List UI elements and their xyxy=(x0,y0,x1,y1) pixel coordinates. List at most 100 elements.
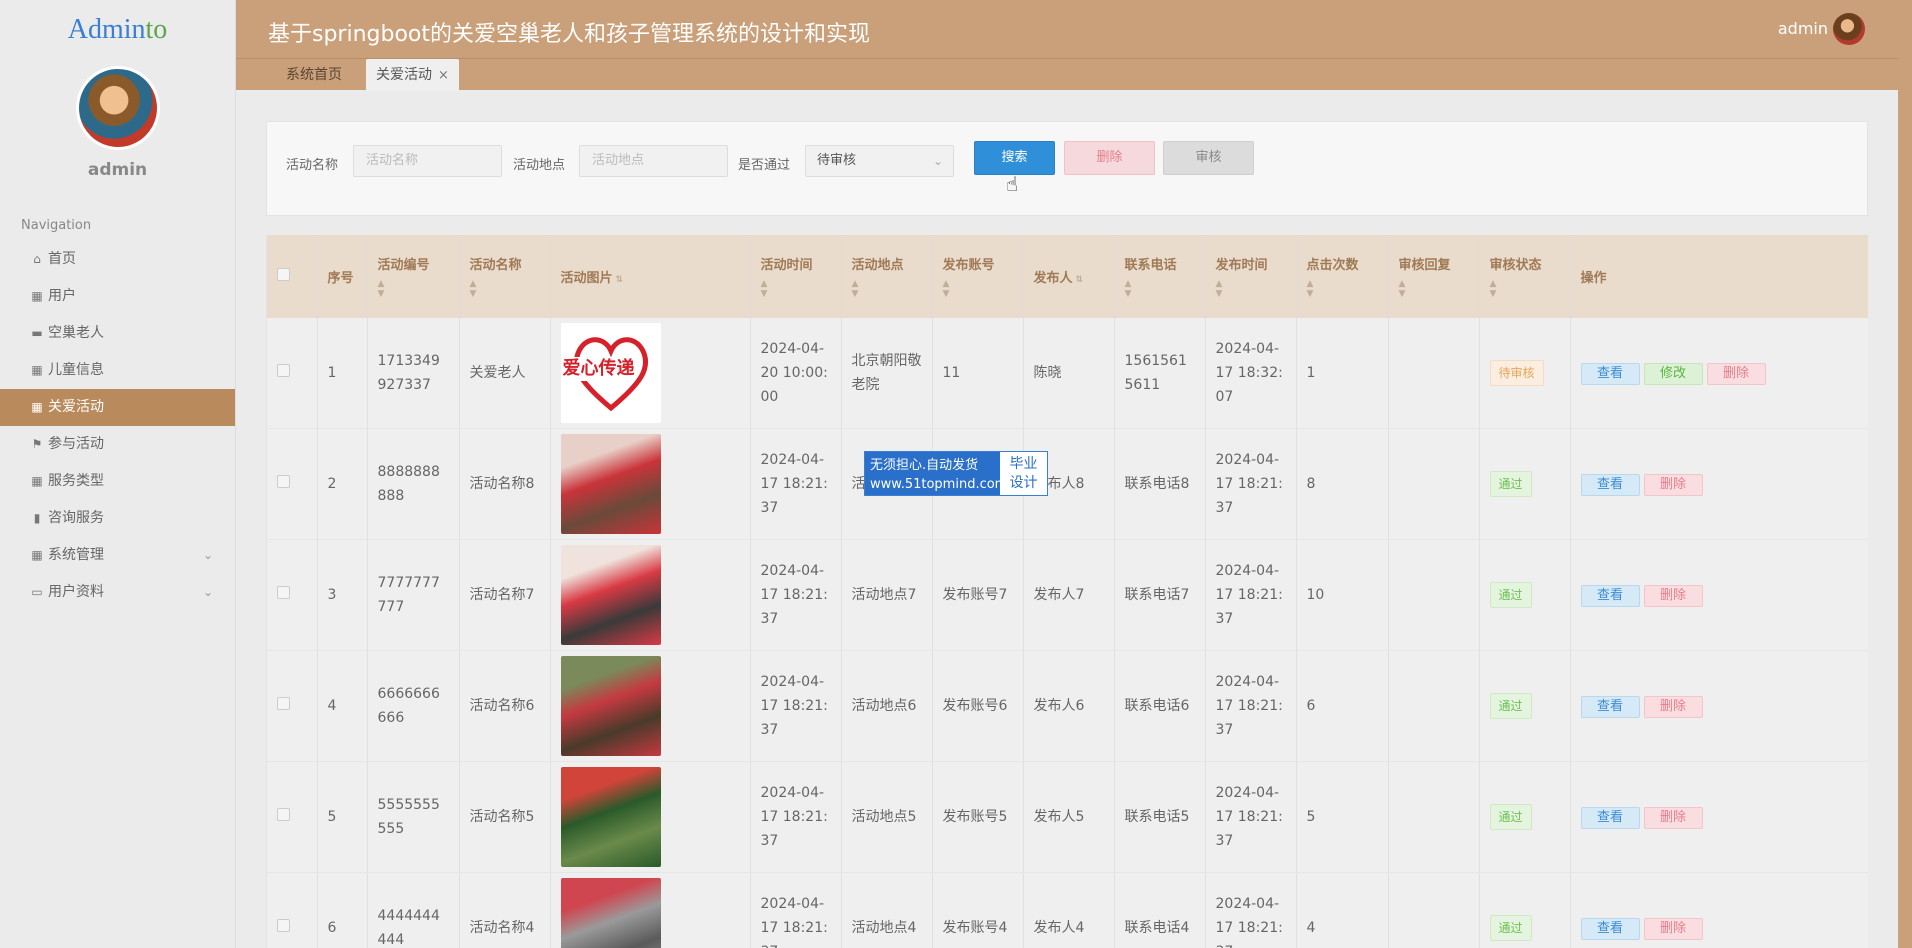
table-row[interactable]: 4 6666666666 活动名称6 2024-04-17 18:21:37 活动地点6… xyxy=(267,650,1868,762)
col-header[interactable]: 发布账号 ▲ ▼ xyxy=(932,235,1024,318)
col-header[interactable]: 点击次数 ▲ ▼ xyxy=(1296,235,1389,318)
cell-actions: 查看 修改 删除 xyxy=(1570,318,1868,429)
cell-clicks: 8 xyxy=(1296,428,1389,540)
activity-image[interactable] xyxy=(560,544,661,645)
col-header[interactable]: 活动时间 ▲ ▼ xyxy=(750,235,842,318)
row-checkbox[interactable] xyxy=(277,696,290,710)
view-button[interactable]: 查看 xyxy=(1580,806,1640,829)
sidebar-item-children[interactable]: ▦ 儿童信息 xyxy=(0,352,235,389)
col-header[interactable]: 发布时间 ▲ ▼ xyxy=(1205,235,1297,318)
col-header[interactable]: 活动图片 ⇅ xyxy=(550,235,751,318)
row-delete-button[interactable]: 删除 xyxy=(1643,695,1703,718)
sort-icon[interactable]: ▲ ▼ xyxy=(943,279,1013,299)
col-header[interactable]: 审核回复 ▲ ▼ xyxy=(1388,235,1480,318)
sidebar-item-users[interactable]: ▦ 用户 xyxy=(0,278,235,315)
flag-icon: ⚑ xyxy=(31,437,43,451)
tab-home[interactable]: 系统首页 xyxy=(286,59,342,91)
view-button[interactable]: 查看 xyxy=(1580,695,1640,718)
activity-image[interactable] xyxy=(560,877,661,948)
sort-icon[interactable]: ▲ ▼ xyxy=(761,279,831,299)
header-avatar[interactable] xyxy=(1833,13,1865,45)
sidebar-item-consult[interactable]: ▮ 咨询服务 xyxy=(0,500,235,537)
cell-reply xyxy=(1388,761,1480,873)
scrollbar[interactable] xyxy=(1898,0,1912,948)
view-button[interactable]: 查看 xyxy=(1580,917,1640,940)
table-row[interactable]: 1 1713349927337 关爱老人 爱心传递 2024-04-20 10:00:0… xyxy=(267,318,1868,429)
col-header[interactable]: 联系电话 ▲ ▼ xyxy=(1114,235,1206,318)
row-delete-button[interactable]: 删除 xyxy=(1643,584,1703,607)
activity-image[interactable]: 爱心传递 xyxy=(560,322,661,423)
table-row[interactable]: 3 7777777777 活动名称7 2024-04-17 18:21:37 活动地点7… xyxy=(267,539,1868,651)
avatar[interactable] xyxy=(75,66,160,150)
cell-no: 6 xyxy=(317,872,368,948)
search-button[interactable]: 搜索 xyxy=(974,141,1055,175)
sidebar-item-elderly[interactable]: ▬ 空巢老人 xyxy=(0,315,235,352)
cell-place: 活动地点7 xyxy=(841,539,933,651)
row-checkbox[interactable] xyxy=(277,807,290,821)
view-button[interactable]: 查看 xyxy=(1580,473,1640,496)
row-select-cell xyxy=(267,872,318,948)
sidebar-item-system[interactable]: ▦ 系统管理 ⌄ xyxy=(0,537,235,574)
user-box: admin xyxy=(0,66,235,180)
tab-care-activities[interactable]: 关爱活动 × xyxy=(366,59,459,91)
delete-button[interactable]: 删除 xyxy=(1064,141,1155,175)
header-username[interactable]: admin xyxy=(1778,19,1828,38)
sort-icon[interactable]: ▲ ▼ xyxy=(1216,279,1286,299)
row-delete-button[interactable]: 删除 xyxy=(1643,473,1703,496)
select-all-checkbox[interactable] xyxy=(277,268,290,281)
activity-image[interactable] xyxy=(560,766,661,867)
view-button[interactable]: 查看 xyxy=(1580,584,1640,607)
sort-icon[interactable]: ▲ ▼ xyxy=(1125,279,1195,299)
row-checkbox[interactable] xyxy=(277,474,290,488)
sidebar-item-home[interactable]: ⌂ 首页 xyxy=(0,241,235,278)
row-checkbox[interactable] xyxy=(277,585,290,599)
user-name: admin xyxy=(87,160,148,180)
sort-icon[interactable]: ⇅ xyxy=(1076,275,1084,285)
cell-reply xyxy=(1388,650,1480,762)
sort-icon[interactable]: ▲ ▼ xyxy=(1399,279,1469,299)
col-header: 操作 xyxy=(1570,235,1868,318)
activity-place-input[interactable]: 活动地点 xyxy=(579,145,728,177)
cell-code: 4444444444 xyxy=(367,872,460,948)
cell-account: 11 xyxy=(932,318,1024,429)
sidebar-item-profile[interactable]: ▭ 用户资料 ⌄ xyxy=(0,574,235,611)
activity-image[interactable] xyxy=(560,433,661,534)
sort-icon[interactable]: ▲ ▼ xyxy=(852,279,922,299)
row-delete-button[interactable]: 删除 xyxy=(1643,917,1703,940)
cell-reply xyxy=(1388,428,1480,540)
table-row[interactable]: 5 5555555555 活动名称5 2024-04-17 18:21:37 活动地点5… xyxy=(267,761,1868,873)
audit-button[interactable]: 审核 xyxy=(1163,141,1254,175)
cell-name: 关爱老人 xyxy=(459,318,551,429)
col-header[interactable]: 审核状态 ▲ ▼ xyxy=(1479,235,1571,318)
col-header[interactable]: 发布人 ⇅ xyxy=(1023,235,1115,318)
row-checkbox[interactable] xyxy=(277,918,290,932)
sort-icon[interactable]: ▲ ▼ xyxy=(470,279,540,299)
row-checkbox[interactable] xyxy=(277,363,290,377)
col-header[interactable]: 活动编号 ▲ ▼ xyxy=(367,235,460,318)
cell-status: 通过 xyxy=(1479,650,1571,762)
cell-code: 6666666666 xyxy=(367,650,460,762)
sort-icon[interactable]: ▲ ▼ xyxy=(1307,279,1378,299)
close-icon[interactable]: × xyxy=(438,68,449,83)
table-row[interactable]: 64444444444活动名称42024-04-17 18:21:37活动地点4… xyxy=(267,872,1868,948)
row-delete-button[interactable]: 删除 xyxy=(1643,806,1703,829)
sidebar-item-join-activities[interactable]: ⚑ 参与活动 xyxy=(0,426,235,463)
sort-icon[interactable]: ⇅ xyxy=(616,275,624,285)
view-button[interactable]: 查看 xyxy=(1580,362,1640,385)
cell-time: 2024-04-17 18:21:37 xyxy=(750,539,842,651)
brand-logo[interactable]: Adminto xyxy=(0,0,235,60)
cell-image xyxy=(550,428,751,540)
row-delete-button[interactable]: 删除 xyxy=(1706,362,1766,385)
cell-clicks: 5 xyxy=(1296,761,1389,873)
table-row[interactable]: 28888888888活动名称82024-04-17 18:21:37活动地点8… xyxy=(267,428,1868,540)
pass-select[interactable]: 待审核 ⌄ xyxy=(805,145,954,177)
sort-icon[interactable]: ▲ ▼ xyxy=(1490,279,1560,299)
activity-name-input[interactable]: 活动名称 xyxy=(353,145,502,177)
sort-icon[interactable]: ▲ ▼ xyxy=(378,279,449,299)
activity-image[interactable] xyxy=(560,655,661,756)
sidebar-item-service-types[interactable]: ▦ 服务类型 xyxy=(0,463,235,500)
col-header[interactable]: 活动名称 ▲ ▼ xyxy=(459,235,551,318)
edit-button[interactable]: 修改 xyxy=(1643,362,1703,385)
col-header[interactable]: 活动地点 ▲ ▼ xyxy=(841,235,933,318)
sidebar-item-care-activities[interactable]: ▦ 关爱活动 xyxy=(0,389,235,426)
